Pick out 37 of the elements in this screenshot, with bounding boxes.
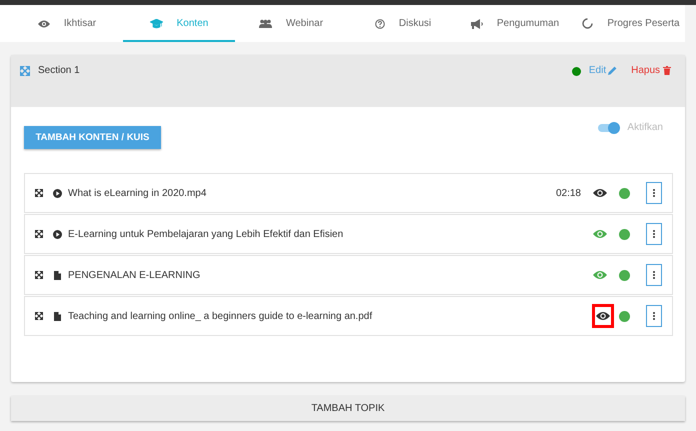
tab[interactable]: Diskusi (347, 5, 459, 42)
content-title[interactable]: PENGENALAN E-LEARNING (68, 270, 584, 280)
pencil-icon (608, 66, 618, 75)
drag-handle-icon[interactable] (35, 271, 43, 279)
eye-icon (38, 20, 50, 28)
drag-handle-icon[interactable] (35, 189, 43, 197)
bullhorn-icon (470, 18, 483, 28)
play-icon (53, 188, 62, 198)
more-options-button[interactable] (646, 223, 662, 245)
drag-handle-icon[interactable] (35, 230, 43, 238)
content-title[interactable]: What is eLearning in 2020.mp4 (68, 188, 550, 198)
trash-icon (663, 66, 671, 75)
content-title[interactable]: Teaching and learning online_ a beginners guide to e-learning an.pdf (68, 310, 590, 322)
more-options-button[interactable] (646, 182, 662, 204)
tab[interactable]: Webinar (235, 5, 347, 42)
tab[interactable]: Progres Peserta (571, 5, 691, 42)
graduation-cap-icon (150, 18, 163, 28)
drag-handle-icon[interactable] (35, 312, 43, 320)
play-icon (53, 230, 62, 238)
spinner-icon (582, 18, 594, 29)
eye-icon[interactable] (593, 188, 607, 198)
document-icon (54, 312, 61, 320)
tab[interactable]: Ikhtisar (11, 5, 123, 42)
document-icon (54, 270, 61, 280)
question-icon (374, 18, 385, 28)
section-title: Section 1 (38, 65, 81, 76)
delete-link[interactable]: Hapus (631, 65, 671, 76)
users-icon (258, 18, 272, 28)
duration-label: 02:18 (556, 188, 581, 198)
toggle-switch[interactable] (598, 124, 618, 132)
more-options-button[interactable] (646, 305, 662, 327)
add-topic-button[interactable]: TAMBAH TOPIK (11, 396, 685, 421)
tab[interactable]: Pengumuman (459, 5, 571, 42)
toggle-label: Aktifkan (627, 122, 663, 133)
eye-icon[interactable] (596, 311, 610, 321)
content-title[interactable]: E-Learning untuk Pembelajaran yang Lebih Efektif dan Efisien (68, 228, 584, 240)
more-options-button[interactable] (646, 264, 662, 286)
